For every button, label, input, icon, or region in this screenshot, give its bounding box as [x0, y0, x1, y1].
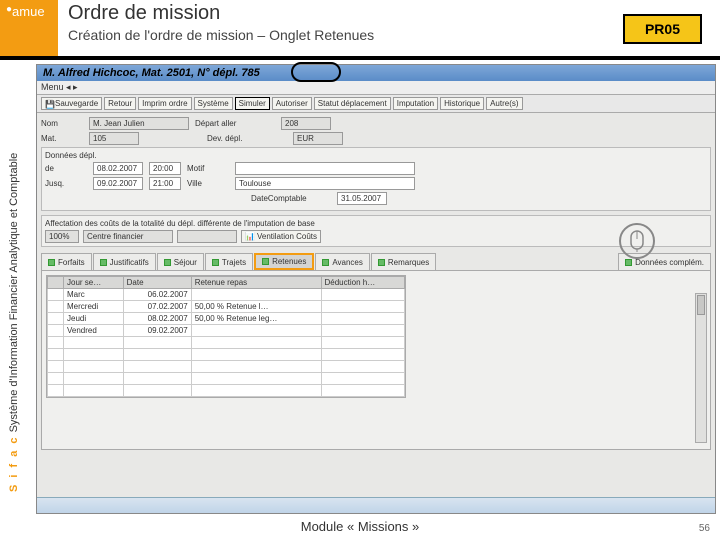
- col-deduction[interactable]: Déduction h…: [321, 277, 405, 289]
- jusq-date[interactable]: 09.02.2007: [93, 177, 143, 190]
- tab-justificatifs[interactable]: Justificatifs: [93, 253, 156, 270]
- nom-field: M. Jean Julien: [89, 117, 189, 130]
- table-row[interactable]: [48, 337, 405, 349]
- motif-field[interactable]: [235, 162, 415, 175]
- page-number: 56: [699, 523, 710, 534]
- tab-forfaits[interactable]: Forfaits: [41, 253, 92, 270]
- other-button[interactable]: Autre(s): [486, 97, 522, 110]
- col-jour[interactable]: Jour se…: [64, 277, 124, 289]
- tab-sejour[interactable]: Séjour: [157, 253, 204, 270]
- affect-cf: Centre financier: [83, 230, 173, 243]
- pr-badge: PR05: [623, 14, 702, 44]
- table-row[interactable]: [48, 349, 405, 361]
- imputation-button[interactable]: Imputation: [393, 97, 438, 110]
- menubar[interactable]: Menu ◂ ▸: [37, 81, 715, 95]
- tabstrip: Forfaits Justificatifs Séjour Trajets Re…: [41, 253, 711, 270]
- datecpt-label: DateComptable: [251, 194, 331, 203]
- table-row[interactable]: Jeudi08.02.200750,00 % Retenue leg…: [48, 313, 405, 325]
- datecpt-field[interactable]: 31.05.2007: [337, 192, 387, 205]
- tab-panel-retenues: Jour se… Date Retenue repas Déduction h……: [41, 270, 711, 450]
- affect-val[interactable]: [177, 230, 237, 243]
- status-button[interactable]: Statut déplacement: [314, 97, 391, 110]
- de-label: de: [45, 164, 87, 173]
- ville-label: Ville: [187, 179, 229, 188]
- mouse-hint-icon: [619, 223, 655, 259]
- depart-label: Départ aller: [195, 119, 275, 128]
- toolbar: 💾Sauvegarde Retour Imprim ordre Système …: [37, 95, 715, 113]
- page-subtitle: Création de l'ordre de mission – Onglet …: [68, 27, 374, 43]
- table-row[interactable]: Mercredi07.02.200750,00 % Retenue l…: [48, 301, 405, 313]
- ville-field[interactable]: Toulouse: [235, 177, 415, 190]
- tab-trajets[interactable]: Trajets: [205, 253, 253, 270]
- affect-title: Affectation des coûts de la totalité du …: [45, 219, 707, 228]
- simulate-button[interactable]: Simuler: [235, 97, 270, 110]
- de-date[interactable]: 08.02.2007: [93, 162, 143, 175]
- grid-scrollbar[interactable]: [695, 293, 707, 443]
- dep-header: Données dépl.: [45, 151, 707, 160]
- authorize-button[interactable]: Autoriser: [272, 97, 312, 110]
- window-title: M. Alfred Hichcoc, Mat. 2501, N° dépl. 7…: [37, 65, 715, 81]
- print-button[interactable]: Imprim ordre: [138, 97, 191, 110]
- table-row[interactable]: [48, 385, 405, 397]
- save-button[interactable]: 💾Sauvegarde: [41, 97, 102, 110]
- table-row[interactable]: Marc06.02.2007: [48, 289, 405, 301]
- sap-window: M. Alfred Hichcoc, Mat. 2501, N° dépl. 7…: [36, 64, 716, 514]
- tab-avances[interactable]: Avances: [315, 253, 370, 270]
- table-row[interactable]: [48, 361, 405, 373]
- affect-pct: 100%: [45, 230, 79, 243]
- dev-field: EUR: [293, 132, 343, 145]
- jusq-time[interactable]: 21:00: [149, 177, 181, 190]
- history-button[interactable]: Historique: [440, 97, 484, 110]
- sidebar-label: S i f a c Système d'Information Financie…: [2, 80, 26, 500]
- brand-logo: ●amue: [0, 0, 58, 56]
- jusq-label: Jusq.: [45, 179, 87, 188]
- tab-retenues[interactable]: Retenues: [254, 253, 314, 270]
- mat-field: 105: [89, 132, 139, 145]
- back-button[interactable]: Retour: [104, 97, 136, 110]
- col-date[interactable]: Date: [123, 277, 191, 289]
- system-button[interactable]: Système: [194, 97, 233, 110]
- save-icon: 💾: [45, 100, 53, 108]
- col-retenue[interactable]: Retenue repas: [191, 277, 321, 289]
- mat-label: Mat.: [41, 134, 83, 143]
- page-title: Ordre de mission: [68, 2, 374, 25]
- tab-remarques[interactable]: Remarques: [371, 253, 436, 270]
- motif-label: Motif: [187, 164, 229, 173]
- statusbar: [37, 497, 715, 513]
- de-time[interactable]: 20:00: [149, 162, 181, 175]
- footer-module: Module « Missions »: [0, 519, 720, 534]
- table-row[interactable]: Vendred09.02.2007: [48, 325, 405, 337]
- nom-label: Nom: [41, 119, 83, 128]
- ventilation-button[interactable]: 📊 Ventilation Coûts: [241, 230, 321, 243]
- table-row[interactable]: [48, 373, 405, 385]
- dev-label: Dev. dépl.: [207, 134, 287, 143]
- depart-field: 208: [281, 117, 331, 130]
- retenues-grid: Jour se… Date Retenue repas Déduction h……: [46, 275, 406, 398]
